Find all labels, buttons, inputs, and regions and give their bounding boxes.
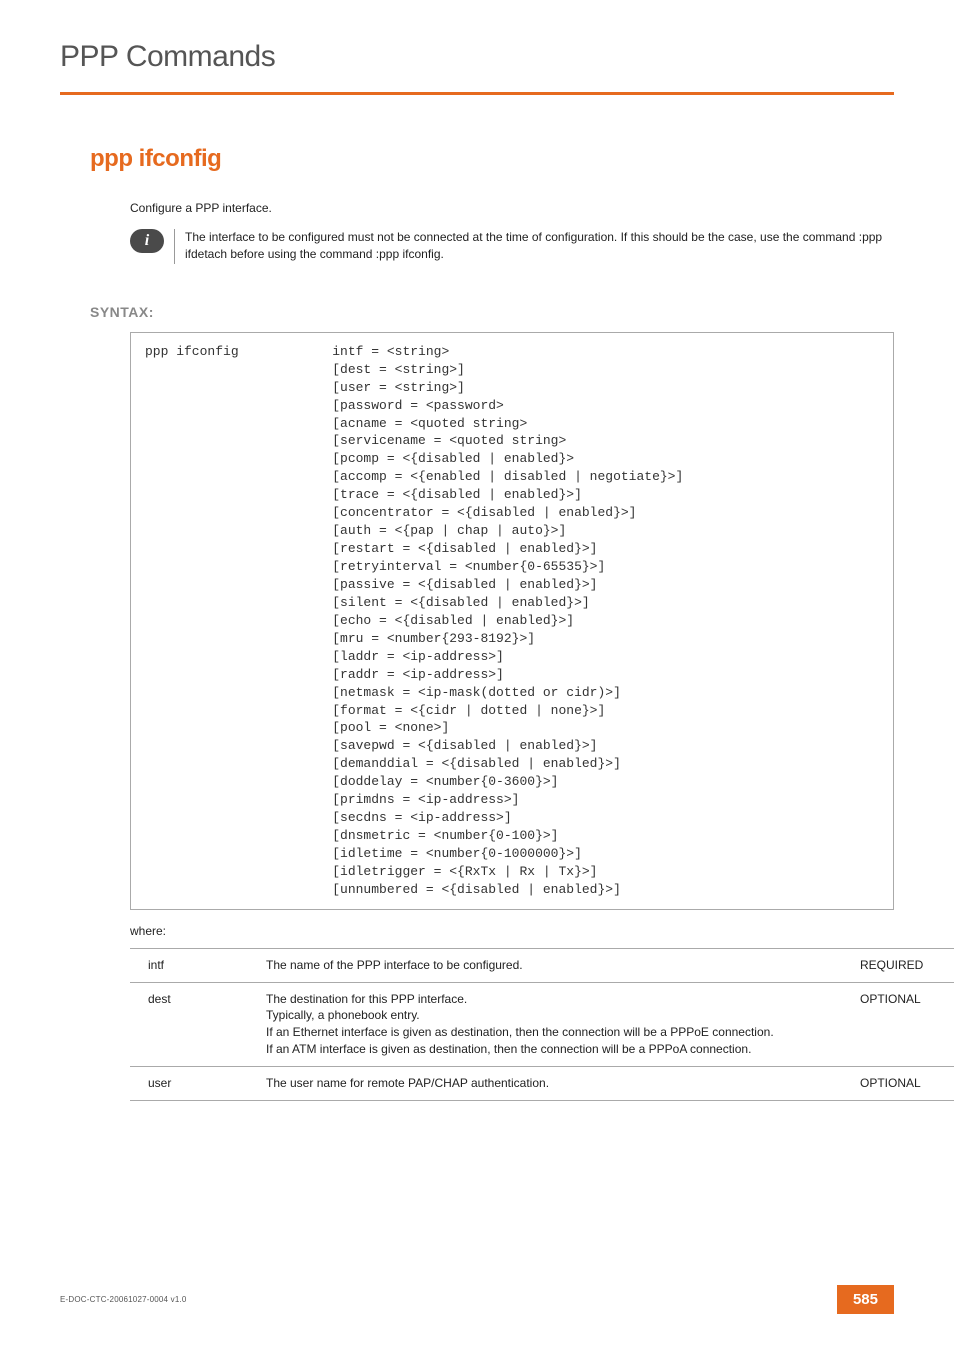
footer-doc-id: E-DOC-CTC-20061027-0004 v1.0 xyxy=(60,1295,187,1304)
param-desc: The name of the PPP interface to be conf… xyxy=(260,948,854,982)
param-required: REQUIRED xyxy=(854,948,954,982)
table-row: userThe user name for remote PAP/CHAP au… xyxy=(130,1066,954,1100)
header-rule xyxy=(60,92,894,95)
param-name: intf xyxy=(130,948,260,982)
param-desc: The user name for remote PAP/CHAP authen… xyxy=(260,1066,854,1100)
info-icon: i xyxy=(130,229,164,253)
param-table: intfThe name of the PPP interface to be … xyxy=(130,948,954,1101)
param-name: dest xyxy=(130,982,260,1066)
param-desc: The destination for this PPP interface.T… xyxy=(260,982,854,1066)
param-required: OPTIONAL xyxy=(854,1066,954,1100)
syntax-box: ppp ifconfig intf = <string> [dest = <st… xyxy=(130,332,894,910)
table-row: intfThe name of the PPP interface to be … xyxy=(130,948,954,982)
table-row: destThe destination for this PPP interfa… xyxy=(130,982,954,1066)
syntax-label: SYNTAX: xyxy=(90,304,894,320)
page-number: 585 xyxy=(837,1285,894,1314)
info-note: i The interface to be configured must no… xyxy=(130,229,894,264)
note-text: The interface to be configured must not … xyxy=(185,229,894,264)
note-divider xyxy=(174,229,175,264)
intro-text: Configure a PPP interface. xyxy=(130,201,894,215)
where-label: where: xyxy=(130,924,894,938)
param-name: user xyxy=(130,1066,260,1100)
chapter-title: PPP Commands xyxy=(60,40,894,74)
command-title: ppp ifconfig xyxy=(90,145,894,173)
page-footer: E-DOC-CTC-20061027-0004 v1.0 585 xyxy=(60,1285,894,1314)
param-required: OPTIONAL xyxy=(854,982,954,1066)
